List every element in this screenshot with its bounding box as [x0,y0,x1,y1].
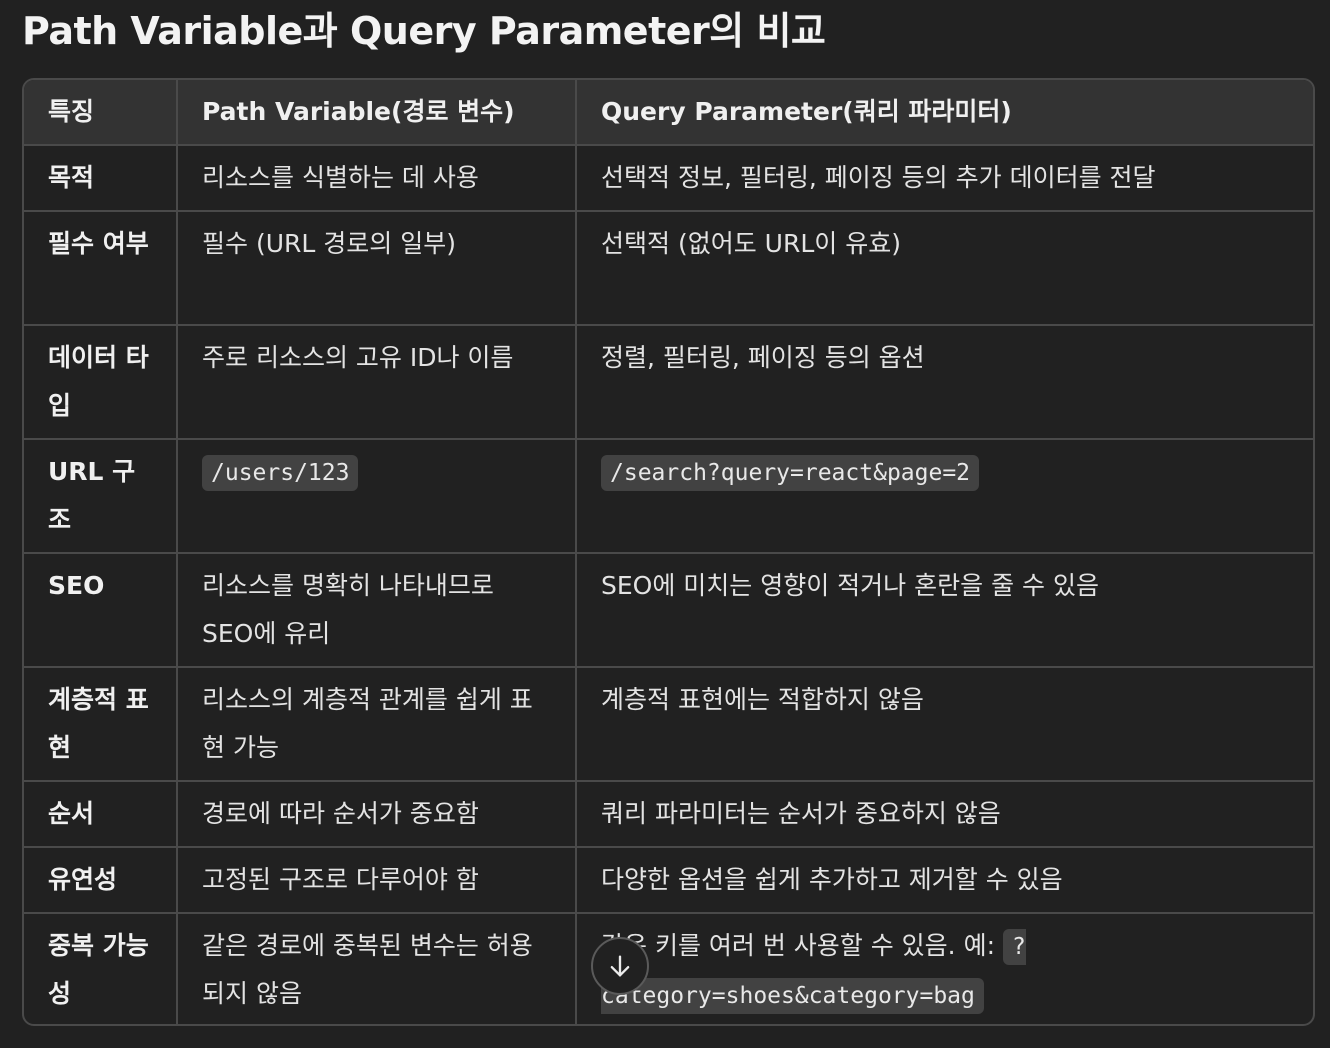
comparison-table: 특징 Path Variable(경로 변수) Query Parameter(… [24,80,1313,1024]
row-query: SEO에 미치는 영향이 적거나 혼란을 줄 수 있음 [575,552,1313,668]
table-row: 필수 여부 필수 (URL 경로의 일부) 선택적 (없어도 URL이 유효) [24,210,1313,326]
row-feature: 유연성 [24,846,178,914]
row-path: 필수 (URL 경로의 일부) [176,210,577,326]
row-feature: URL 구조 [24,438,178,554]
row-path: 같은 경로에 중복된 변수는 허용되지 않음 [176,912,577,1024]
chat-message-content: Path Variable과 Query Parameter의 비교 특징 Pa… [0,0,1330,1048]
row-query: 선택적 정보, 필터링, 페이징 등의 추가 데이터를 전달 [575,144,1313,212]
row-feature: 중복 가능성 [24,912,178,1024]
table-row: SEO 리소스를 명확히 나타내므로 SEO에 유리 SEO에 미치는 영향이 … [24,552,1313,668]
row-path: 경로에 따라 순서가 중요함 [176,780,577,848]
table-row: 순서 경로에 따라 순서가 중요함 쿼리 파라미터는 순서가 중요하지 않음 [24,780,1313,848]
inline-code: /users/123 [202,455,359,491]
table-row: 중복 가능성 같은 경로에 중복된 변수는 허용되지 않음 같은 키를 여러 번… [24,912,1313,1024]
scroll-to-bottom-button[interactable] [591,937,649,995]
page-title: Path Variable과 Query Parameter의 비교 [22,9,826,53]
row-path: 고정된 구조로 다루어야 함 [176,846,577,914]
row-path: 리소스를 명확히 나타내므로 SEO에 유리 [176,552,577,668]
row-feature: 계층적 표현 [24,666,178,782]
row-query: /search?query=react&page=2 [575,438,1313,554]
table-row: URL 구조 /users/123 /search?query=react&pa… [24,438,1313,554]
comparison-table-container: 특징 Path Variable(경로 변수) Query Parameter(… [22,78,1315,1026]
table-row: 목적 리소스를 식별하는 데 사용 선택적 정보, 필터링, 페이징 등의 추가… [24,144,1313,212]
row-path: 리소스를 식별하는 데 사용 [176,144,577,212]
header-path-variable: Path Variable(경로 변수) [176,80,577,146]
row-query: 같은 키를 여러 번 사용할 수 있음. 예: ?category=shoes&… [575,912,1313,1024]
row-query-text: 같은 키를 여러 번 사용할 수 있음. 예: [601,931,1003,960]
row-path: /users/123 [176,438,577,554]
header-feature: 특징 [24,80,178,146]
row-feature: 목적 [24,144,178,212]
row-feature: 필수 여부 [24,210,178,326]
row-query: 다양한 옵션을 쉽게 추가하고 제거할 수 있음 [575,846,1313,914]
inline-code: /search?query=react&page=2 [601,455,980,491]
row-query: 정렬, 필터링, 페이징 등의 옵션 [575,324,1313,440]
row-query: 선택적 (없어도 URL이 유효) [575,210,1313,326]
row-query: 쿼리 파라미터는 순서가 중요하지 않음 [575,780,1313,848]
table-row: 계층적 표현 리소스의 계층적 관계를 쉽게 표현 가능 계층적 표현에는 적합… [24,666,1313,782]
row-feature: 순서 [24,780,178,848]
row-query: 계층적 표현에는 적합하지 않음 [575,666,1313,782]
table-row: 유연성 고정된 구조로 다루어야 함 다양한 옵션을 쉽게 추가하고 제거할 수… [24,846,1313,914]
row-feature: 데이터 타입 [24,324,178,440]
header-query-parameter: Query Parameter(쿼리 파라미터) [575,80,1313,146]
table-header-row: 특징 Path Variable(경로 변수) Query Parameter(… [24,80,1313,146]
row-feature: SEO [24,552,178,668]
table-row: 데이터 타입 주로 리소스의 고유 ID나 이름 정렬, 필터링, 페이징 등의… [24,324,1313,440]
arrow-down-icon [610,955,630,977]
row-path: 리소스의 계층적 관계를 쉽게 표현 가능 [176,666,577,782]
row-path: 주로 리소스의 고유 ID나 이름 [176,324,577,440]
